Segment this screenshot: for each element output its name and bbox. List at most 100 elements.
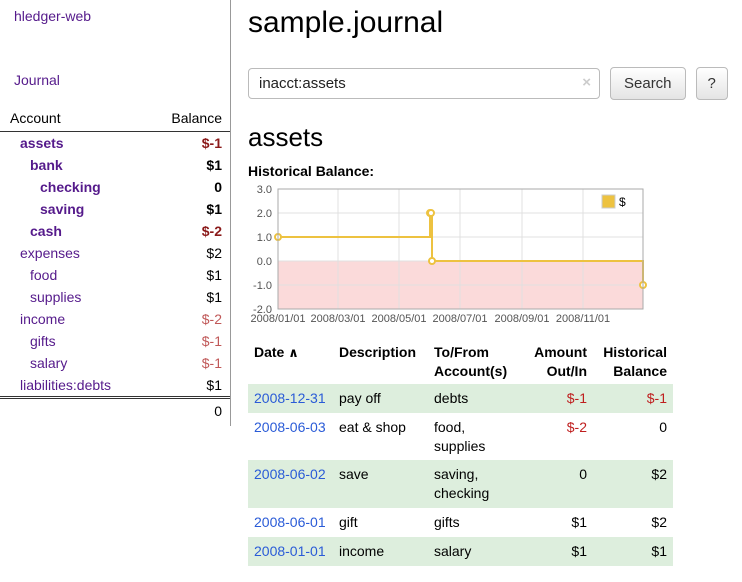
register-cell-description: income bbox=[333, 537, 428, 566]
register-header-description[interactable]: Description bbox=[333, 340, 428, 384]
transaction-date-link[interactable]: 2008-06-02 bbox=[254, 466, 326, 482]
account-link[interactable]: checking bbox=[40, 179, 101, 195]
account-balance: $-2 bbox=[146, 220, 230, 242]
search-button[interactable]: Search bbox=[610, 67, 686, 100]
chart-canvas: 3.02.01.00.0-1.0-2.02008/01/012008/03/01… bbox=[248, 185, 650, 325]
svg-text:2008/09/01: 2008/09/01 bbox=[494, 313, 549, 325]
account-name-cell: liabilities:debts bbox=[0, 374, 146, 398]
account-balance: $-1 bbox=[146, 330, 230, 352]
account-row: expenses $2 bbox=[0, 242, 230, 264]
account-balance: $2 bbox=[146, 242, 230, 264]
account-balance: $1 bbox=[146, 198, 230, 220]
app: hledger-web Journal Account Balance asse… bbox=[0, 0, 742, 566]
page-title: sample.journal bbox=[248, 6, 742, 40]
register-header-account[interactable]: To/From Account(s) bbox=[428, 340, 523, 384]
register-cell-description: gift bbox=[333, 508, 428, 537]
register-row: 2008-06-02 savesaving, checking0$2 bbox=[248, 460, 673, 508]
account-balance: $-1 bbox=[146, 352, 230, 374]
register-cell-accounts: saving, checking bbox=[428, 460, 523, 508]
transaction-date-link[interactable]: 2008-01-01 bbox=[254, 543, 326, 559]
register-row: 2008-01-01incomesalary$1$1 bbox=[248, 537, 673, 566]
svg-text:0.0: 0.0 bbox=[257, 256, 272, 268]
clear-search-icon[interactable]: × bbox=[582, 74, 591, 91]
account-link[interactable]: bank bbox=[30, 157, 63, 173]
account-name-cell: supplies bbox=[0, 286, 146, 308]
transaction-date-link[interactable]: 2008-06-03 bbox=[254, 419, 326, 435]
register-cell-balance: $2 bbox=[593, 460, 673, 508]
register-header-amount[interactable]: Amount Out/In bbox=[523, 340, 593, 384]
account-balance: 0 bbox=[146, 176, 230, 198]
account-row: liabilities:debts $1 bbox=[0, 374, 230, 398]
transaction-date-link[interactable]: 2008-06-01 bbox=[254, 514, 326, 530]
account-name-cell: cash bbox=[0, 220, 146, 242]
register-cell-amount: $-2 bbox=[523, 413, 593, 461]
register-cell-description: pay off bbox=[333, 384, 428, 413]
register-cell-balance: $-1 bbox=[593, 384, 673, 413]
accounts-total-row: 0 bbox=[0, 398, 230, 423]
register-row: 2008-06-03eat & shopfood, supplies$-20 bbox=[248, 413, 673, 461]
account-balance: $1 bbox=[146, 264, 230, 286]
account-link[interactable]: salary bbox=[30, 355, 67, 371]
account-row: gifts $-1 bbox=[0, 330, 230, 352]
accounts-header-account: Account bbox=[0, 106, 146, 132]
accounts-total-spacer bbox=[0, 398, 146, 423]
account-link[interactable]: gifts bbox=[30, 333, 56, 349]
account-row: income $-2 bbox=[0, 308, 230, 330]
account-link[interactable]: expenses bbox=[20, 245, 80, 261]
accounts-total-value: 0 bbox=[146, 398, 230, 423]
account-link[interactable]: assets bbox=[20, 135, 64, 151]
brand: hledger-web bbox=[14, 8, 230, 24]
account-name-cell: expenses bbox=[0, 242, 146, 264]
transaction-date-link[interactable]: 2008-12-31 bbox=[254, 390, 326, 406]
account-row: bank $1 bbox=[0, 154, 230, 176]
account-link[interactable]: liabilities:debts bbox=[20, 377, 111, 393]
account-link[interactable]: saving bbox=[40, 201, 84, 217]
account-link[interactable]: income bbox=[20, 311, 65, 327]
register-header-balance[interactable]: Historical Balance bbox=[593, 340, 673, 384]
account-row: salary $-1 bbox=[0, 352, 230, 374]
sort-asc-icon: ∧ bbox=[288, 345, 299, 360]
account-row: cash $-2 bbox=[0, 220, 230, 242]
account-name-cell: gifts bbox=[0, 330, 146, 352]
journal-link[interactable]: Journal bbox=[14, 72, 60, 88]
search-input[interactable] bbox=[248, 68, 600, 99]
help-button[interactable]: ? bbox=[696, 67, 728, 100]
register-cell-accounts: food, supplies bbox=[428, 413, 523, 461]
register-cell-date: 2008-12-31 bbox=[248, 384, 333, 413]
account-link[interactable]: cash bbox=[30, 223, 62, 239]
register-row: 2008-06-01giftgifts$1$2 bbox=[248, 508, 673, 537]
account-row: food $1 bbox=[0, 264, 230, 286]
register-row: 2008-12-31pay offdebts$-1$-1 bbox=[248, 384, 673, 413]
account-balance: $-2 bbox=[146, 308, 230, 330]
register-header-date-label: Date bbox=[254, 344, 284, 360]
register-header-row: Date ∧ Description To/From Account(s) Am… bbox=[248, 340, 673, 384]
search-box: × bbox=[248, 68, 600, 99]
account-row: assets$-1 bbox=[0, 132, 230, 155]
legend-swatch bbox=[602, 195, 615, 208]
register-cell-accounts: debts bbox=[428, 384, 523, 413]
register-cell-description: eat & shop bbox=[333, 413, 428, 461]
svg-text:3.0: 3.0 bbox=[257, 185, 272, 196]
brand-link[interactable]: hledger-web bbox=[14, 8, 91, 24]
chart-legend: $ bbox=[598, 192, 641, 212]
sidebar: hledger-web Journal Account Balance asse… bbox=[0, 0, 231, 426]
svg-text:2008/03/01: 2008/03/01 bbox=[310, 313, 365, 325]
account-balance: $1 bbox=[146, 374, 230, 398]
account-name-cell: saving bbox=[0, 198, 146, 220]
register-header-date[interactable]: Date ∧ bbox=[248, 340, 333, 384]
chart-heading: Historical Balance: bbox=[248, 163, 742, 179]
register-cell-date: 2008-06-01 bbox=[248, 508, 333, 537]
search-row: × Search ? bbox=[248, 67, 742, 100]
register-cell-date: 2008-01-01 bbox=[248, 537, 333, 566]
account-balance: $1 bbox=[146, 154, 230, 176]
register-cell-amount: 0 bbox=[523, 460, 593, 508]
historical-balance-chart: 3.02.01.00.0-1.0-2.02008/01/012008/03/01… bbox=[248, 185, 650, 325]
account-name-cell: income bbox=[0, 308, 146, 330]
register-table: Date ∧ Description To/From Account(s) Am… bbox=[248, 340, 673, 566]
register-cell-balance: $1 bbox=[593, 537, 673, 566]
account-name-cell: assets bbox=[0, 132, 146, 155]
register-cell-description: save bbox=[333, 460, 428, 508]
account-link[interactable]: food bbox=[30, 267, 57, 283]
account-link[interactable]: supplies bbox=[30, 289, 81, 305]
legend-label: $ bbox=[619, 195, 626, 209]
